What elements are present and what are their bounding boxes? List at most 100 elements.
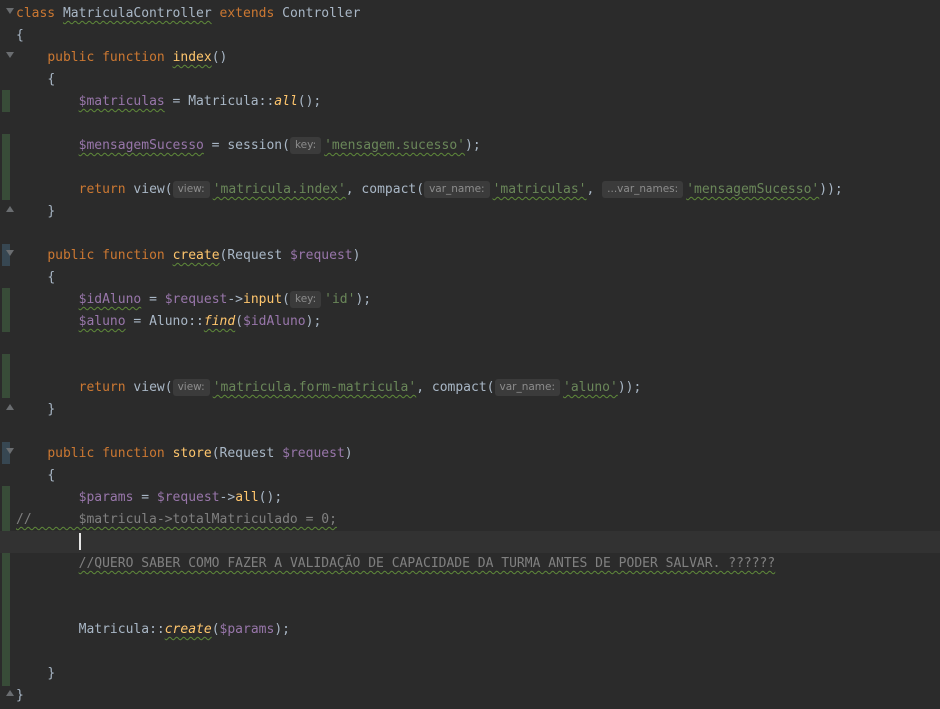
code-line[interactable]: $matriculas = Matricula::all(); bbox=[0, 91, 940, 113]
code-text: = session( bbox=[203, 138, 290, 153]
variable: $request bbox=[164, 292, 228, 307]
code-text: -> bbox=[219, 490, 236, 505]
string-literal: 'matricula.index' bbox=[212, 182, 346, 197]
code-text: (); bbox=[297, 94, 322, 109]
variable: $mensagemSucesso bbox=[78, 138, 204, 153]
code-text: (); bbox=[258, 490, 283, 505]
commented-code: // $matricula->totalMatriculado = 0; bbox=[16, 512, 337, 527]
code-text: = Matricula:: bbox=[164, 94, 275, 109]
static-call: create bbox=[164, 622, 212, 637]
code-text: ); bbox=[465, 138, 481, 153]
code-text: = bbox=[141, 292, 165, 307]
string-literal: 'matriculas' bbox=[492, 182, 587, 197]
brace: { bbox=[16, 28, 24, 43]
code-line[interactable]: $aluno = Aluno::find($idAluno); bbox=[0, 311, 940, 333]
code-text: (Request bbox=[211, 446, 283, 461]
return-keyword: return bbox=[78, 380, 126, 395]
function-keyword: function bbox=[102, 50, 165, 65]
code-text: ); bbox=[274, 622, 290, 637]
code-text: view( bbox=[125, 380, 173, 395]
code-line[interactable]: $mensagemSucesso = session(key:'mensagem… bbox=[0, 135, 940, 157]
public-keyword: public bbox=[47, 248, 95, 263]
code-text: ); bbox=[305, 314, 322, 329]
code-line[interactable]: public function index() bbox=[0, 47, 940, 69]
text-caret bbox=[79, 533, 81, 550]
method-name: store bbox=[172, 446, 212, 461]
code-line[interactable]: public function store(Request $request) bbox=[0, 443, 940, 465]
string-literal: 'id' bbox=[324, 292, 356, 307]
code-text: ) bbox=[352, 248, 361, 263]
code-line[interactable]: } bbox=[0, 201, 940, 223]
parameter-hint: view: bbox=[172, 181, 210, 198]
code-text: (Request bbox=[219, 248, 290, 263]
function-keyword: function bbox=[102, 446, 165, 461]
variable: $params bbox=[78, 490, 134, 505]
code-text: ( bbox=[211, 622, 220, 637]
code-line[interactable]: } bbox=[0, 663, 940, 685]
parameter-variable: $request bbox=[289, 248, 353, 263]
code-line[interactable]: { bbox=[0, 267, 940, 289]
return-keyword: return bbox=[78, 182, 126, 197]
code-text: , compact( bbox=[345, 182, 425, 197]
code-line[interactable]: } bbox=[0, 399, 940, 421]
code-line[interactable]: //QUERO SABER COMO FAZER A VALIDAÇÃO DE … bbox=[0, 553, 940, 575]
code-line[interactable]: { bbox=[0, 25, 940, 47]
code-line[interactable]: return view(view:'matricula.index', comp… bbox=[0, 179, 940, 201]
current-line[interactable] bbox=[0, 531, 940, 553]
code-line[interactable]: // $matricula->totalMatriculado = 0; bbox=[0, 509, 940, 531]
variable: $idAluno bbox=[78, 292, 142, 307]
public-keyword: public bbox=[47, 50, 95, 65]
code-editor[interactable]: class MatriculaController extends Contro… bbox=[0, 0, 940, 709]
variable: $aluno bbox=[78, 314, 126, 329]
code-line[interactable]: $idAluno = $request->input(key:'id'); bbox=[0, 289, 940, 311]
code-text: = Aluno:: bbox=[125, 314, 204, 329]
code-text: ( bbox=[282, 292, 290, 307]
code-line[interactable]: public function create(Request $request) bbox=[0, 245, 940, 267]
variable: $request bbox=[156, 490, 220, 505]
static-call: all bbox=[274, 94, 298, 109]
params: () bbox=[211, 50, 228, 65]
code-text: view( bbox=[125, 182, 173, 197]
string-literal: 'mensagem.sucesso' bbox=[324, 138, 465, 153]
code-line[interactable]: { bbox=[0, 465, 940, 487]
extends-keyword: extends bbox=[219, 6, 275, 21]
code-text: ); bbox=[355, 292, 372, 307]
parameter-hint: ...var_names: bbox=[602, 181, 684, 198]
brace: } bbox=[47, 204, 56, 219]
code-text: , bbox=[586, 182, 603, 197]
parameter-hint: key: bbox=[289, 291, 322, 308]
parameter-hint: key: bbox=[289, 137, 322, 154]
string-literal: 'mensagemSucesso' bbox=[686, 182, 820, 197]
parameter-hint: var_name: bbox=[424, 181, 490, 198]
code-text: )); bbox=[617, 380, 642, 395]
static-call: find bbox=[203, 314, 236, 329]
code-text: = bbox=[133, 490, 157, 505]
code-text: Matricula:: bbox=[78, 622, 165, 637]
variable: $idAluno bbox=[243, 314, 306, 329]
parameter-hint: view: bbox=[172, 379, 210, 396]
brace: } bbox=[16, 688, 24, 703]
parameter-variable: $request bbox=[282, 446, 345, 461]
code-line[interactable]: class MatriculaController extends Contro… bbox=[0, 3, 940, 25]
code-line[interactable]: } bbox=[0, 685, 940, 707]
code-line[interactable]: $params = $request->all(); bbox=[0, 487, 940, 509]
code-text: )); bbox=[819, 182, 843, 197]
string-literal: 'aluno' bbox=[563, 380, 618, 395]
variable: $params bbox=[219, 622, 275, 637]
code-text: ( bbox=[235, 314, 244, 329]
code-line[interactable]: Matricula::create($params); bbox=[0, 619, 940, 641]
code-text: ) bbox=[344, 446, 353, 461]
method-name: create bbox=[172, 248, 220, 263]
parent-class: Controller bbox=[282, 6, 361, 21]
comment: //QUERO SABER COMO FAZER A VALIDAÇÃO DE … bbox=[78, 556, 776, 571]
method-call: input bbox=[243, 292, 283, 307]
string-literal: 'matricula.form-matricula' bbox=[212, 380, 417, 395]
class-keyword: class bbox=[16, 6, 56, 21]
parameter-hint: var_name: bbox=[494, 379, 561, 396]
brace: } bbox=[47, 666, 56, 681]
code-line[interactable]: { bbox=[0, 69, 940, 91]
code-line[interactable]: return view(view:'matricula.form-matricu… bbox=[0, 377, 940, 399]
code-text: -> bbox=[227, 292, 244, 307]
code-text: , compact( bbox=[416, 380, 495, 395]
method-call: all bbox=[235, 490, 259, 505]
